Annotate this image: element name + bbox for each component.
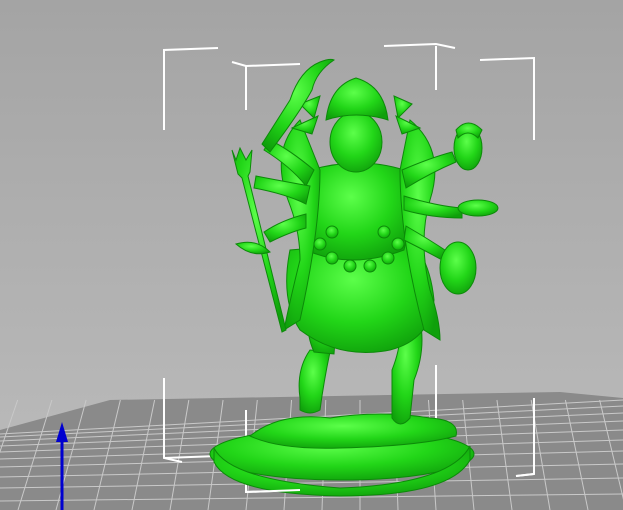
scene-canvas[interactable] (0, 0, 623, 510)
3d-viewport[interactable] (0, 0, 623, 510)
